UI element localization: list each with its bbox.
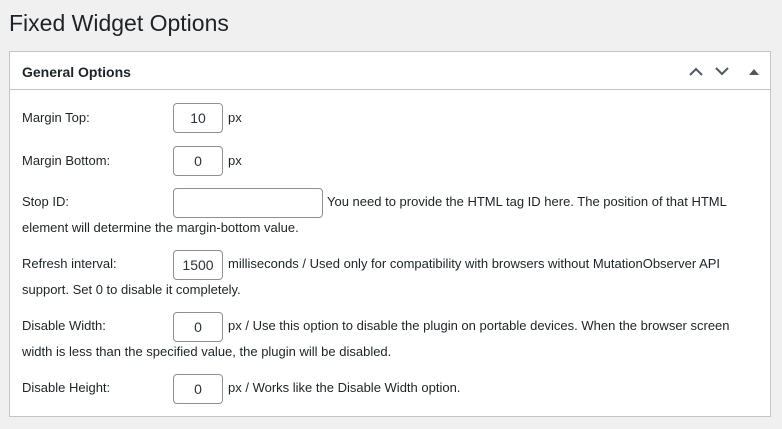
disable-height-row: Disable Height: px / Works like the Disa… — [22, 374, 762, 404]
disable-width-description-line2: width is less than the specified value, … — [22, 344, 392, 359]
page-title: Fixed Widget Options — [9, 10, 229, 36]
disable-width-description-line1: px / Use this option to disable the plug… — [228, 318, 730, 333]
margin-top-input[interactable] — [173, 103, 223, 133]
move-down-button[interactable] — [711, 60, 733, 82]
chevron-up-icon — [689, 67, 703, 76]
stop-id-row: Stop ID: You need to provide the HTML ta… — [22, 188, 762, 244]
refresh-interval-description-line2: support. Set 0 to disable it completely. — [22, 282, 241, 297]
refresh-interval-description-line1: milliseconds / Used only for compatibili… — [228, 256, 721, 271]
margin-top-row: Margin Top: px — [22, 103, 762, 133]
stop-id-description-line1: You need to provide the HTML tag ID here… — [327, 194, 727, 209]
margin-bottom-input[interactable] — [173, 146, 223, 176]
move-up-button[interactable] — [685, 60, 707, 82]
stop-id-input[interactable] — [173, 188, 323, 218]
margin-top-unit: px — [228, 110, 242, 125]
margin-bottom-label: Margin Bottom: — [22, 153, 111, 168]
stop-id-label: Stop ID: — [22, 194, 69, 209]
disable-width-label: Disable Width: — [22, 318, 106, 333]
margin-bottom-unit: px — [228, 153, 242, 168]
disable-width-input[interactable] — [173, 312, 223, 342]
refresh-interval-row: Refresh interval: milliseconds / Used on… — [22, 250, 762, 306]
panel-header: General Options — [10, 52, 770, 90]
toggle-panel-button[interactable] — [743, 60, 765, 82]
refresh-interval-label: Refresh interval: — [22, 256, 117, 271]
caret-up-icon — [749, 68, 759, 75]
general-options-panel: General Options Margin Top: px Margin Bo… — [9, 51, 771, 417]
disable-height-input[interactable] — [173, 374, 223, 404]
disable-width-row: Disable Width: px / Use this option to d… — [22, 312, 762, 368]
chevron-down-icon — [715, 66, 729, 75]
stop-id-description-line2: element will determine the margin-bottom… — [22, 220, 299, 235]
panel-title: General Options — [22, 64, 131, 80]
margin-bottom-row: Margin Bottom: px — [22, 146, 762, 176]
refresh-interval-input[interactable] — [173, 250, 223, 280]
disable-height-description: px / Works like the Disable Width option… — [228, 380, 461, 395]
margin-top-label: Margin Top: — [22, 110, 90, 125]
disable-height-label: Disable Height: — [22, 380, 111, 395]
